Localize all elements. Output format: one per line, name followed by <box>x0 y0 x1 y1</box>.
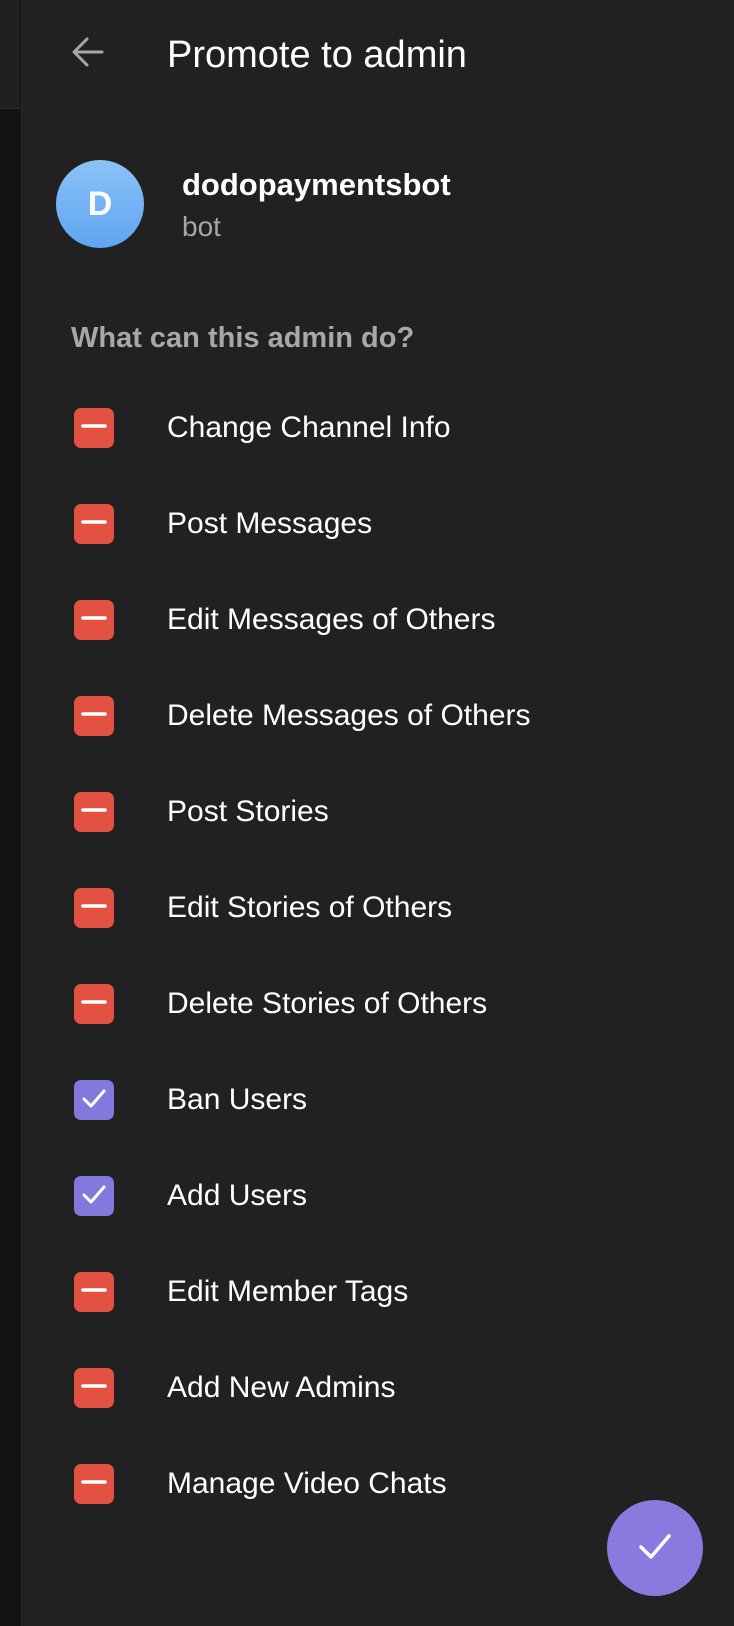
profile-name: dodopaymentsbot <box>182 167 451 202</box>
minus-icon <box>79 507 109 542</box>
permission-label: Post Messages <box>167 507 373 540</box>
profile-subtitle: bot <box>182 211 221 242</box>
confirm-button[interactable] <box>607 1500 703 1596</box>
permission-row[interactable]: Delete Messages of Others <box>22 668 734 764</box>
permission-row[interactable]: Change Channel Info <box>22 380 734 476</box>
permission-checkbox-denied[interactable] <box>74 1272 114 1312</box>
check-icon <box>79 1179 109 1214</box>
permission-label: Add New Admins <box>167 1371 396 1404</box>
permission-checkbox-denied[interactable] <box>74 1368 114 1408</box>
permission-label: Delete Messages of Others <box>167 699 531 732</box>
avatar: D <box>56 160 144 248</box>
minus-icon <box>79 411 109 446</box>
permission-row[interactable]: Edit Stories of Others <box>22 860 734 956</box>
permission-checkbox-checked[interactable] <box>74 1080 114 1120</box>
arrow-left-icon <box>68 32 108 77</box>
permission-label: Change Channel Info <box>167 411 451 444</box>
permission-label: Edit Messages of Others <box>167 603 496 636</box>
minus-icon <box>79 795 109 830</box>
check-icon <box>79 1083 109 1118</box>
permission-checkbox-checked[interactable] <box>74 1176 114 1216</box>
permission-row[interactable]: Post Messages <box>22 476 734 572</box>
minus-icon <box>79 891 109 926</box>
permission-row[interactable]: Edit Member Tags <box>22 1244 734 1340</box>
background-chat-header <box>0 0 20 109</box>
permissions-section-title: What can this admin do? <box>71 322 415 354</box>
minus-icon <box>79 603 109 638</box>
permission-row[interactable]: Add New Admins <box>22 1340 734 1436</box>
permission-label: Delete Stories of Others <box>167 987 488 1020</box>
permission-checkbox-denied[interactable] <box>74 792 114 832</box>
back-button[interactable] <box>62 28 114 80</box>
minus-icon <box>79 987 109 1022</box>
permission-label: Edit Stories of Others <box>167 891 453 924</box>
minus-icon <box>79 1275 109 1310</box>
panel-header: Promote to admin <box>22 0 734 108</box>
background-chat-strip <box>0 0 20 1626</box>
permission-row[interactable]: Ban Users <box>22 1052 734 1148</box>
permission-row[interactable]: Post Stories <box>22 764 734 860</box>
permission-checkbox-denied[interactable] <box>74 504 114 544</box>
permission-checkbox-denied[interactable] <box>74 600 114 640</box>
page-title: Promote to admin <box>167 34 467 76</box>
minus-icon <box>79 699 109 734</box>
promote-admin-panel: Promote to admin D dodopaymentsbot bot W… <box>21 0 734 1626</box>
permission-checkbox-denied[interactable] <box>74 408 114 448</box>
minus-icon <box>79 1467 109 1502</box>
permission-checkbox-denied[interactable] <box>74 984 114 1024</box>
permission-checkbox-denied[interactable] <box>74 1464 114 1504</box>
permission-checkbox-denied[interactable] <box>74 696 114 736</box>
bot-profile: D dodopaymentsbot bot <box>56 160 696 250</box>
permission-label: Edit Member Tags <box>167 1275 409 1308</box>
permission-label: Post Stories <box>167 795 329 828</box>
permission-label: Manage Video Chats <box>167 1467 447 1500</box>
permission-checkbox-denied[interactable] <box>74 888 114 928</box>
permission-label: Ban Users <box>167 1083 308 1116</box>
permission-label: Add Users <box>167 1179 308 1212</box>
permission-row[interactable]: Edit Messages of Others <box>22 572 734 668</box>
permission-row[interactable]: Delete Stories of Others <box>22 956 734 1052</box>
minus-icon <box>79 1371 109 1406</box>
permissions-list: Change Channel Info Post Messages Edit Mes… <box>22 380 734 1532</box>
checkmark-icon <box>633 1524 677 1573</box>
permission-row[interactable]: Add Users <box>22 1148 734 1244</box>
